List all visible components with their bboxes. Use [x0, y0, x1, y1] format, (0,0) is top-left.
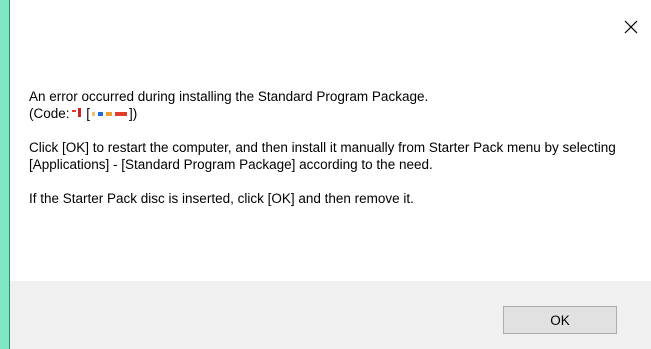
redacted-bracket: [ [82, 106, 91, 121]
error-message-line: An error occurred during installing the … [29, 89, 429, 104]
code-prefix: (Code: [29, 106, 70, 121]
close-icon [624, 20, 638, 34]
close-button[interactable] [613, 12, 649, 42]
disc-instructions: If the Starter Pack disc is inserted, cl… [29, 191, 414, 206]
redacted-value [92, 111, 128, 116]
message-area: An error occurred during installing the … [29, 88, 629, 207]
code-suffix: ]) [129, 106, 138, 121]
restart-instructions: Click [OK] to restart the computer, and … [29, 140, 616, 172]
ok-button[interactable]: OK [503, 306, 617, 334]
error-code-line: (Code: [ ]) [29, 105, 629, 122]
redacted-code [71, 108, 81, 117]
error-dialog: An error occurred during installing the … [9, 0, 651, 349]
